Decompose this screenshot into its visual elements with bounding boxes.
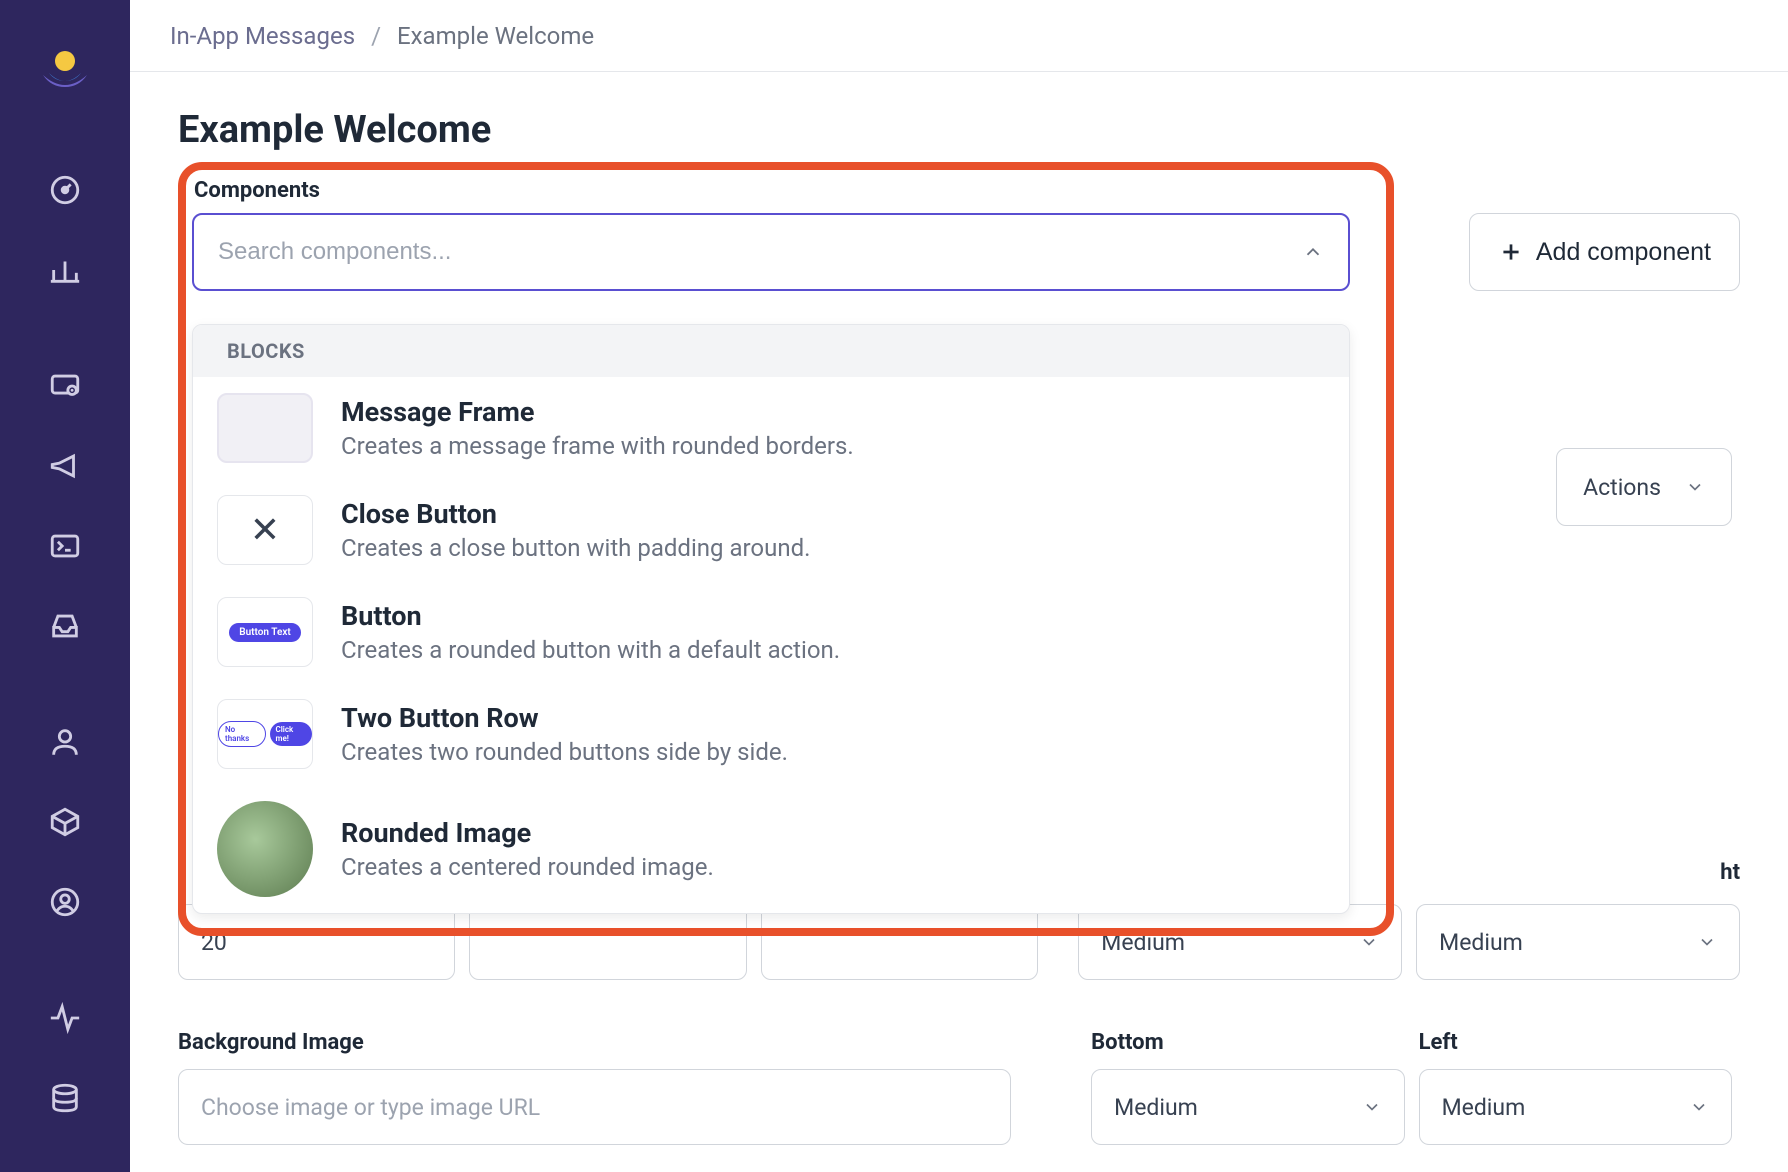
button-pill: Button Text: [229, 623, 301, 642]
chevron-down-icon: [1362, 1097, 1382, 1117]
block-desc: Creates a centered rounded image.: [341, 853, 714, 881]
thumb-message-frame: [217, 393, 313, 463]
add-component-label: Add component: [1536, 238, 1711, 267]
block-two-button-row[interactable]: No thanks Click me! Two Button Row Creat…: [193, 683, 1349, 785]
chevron-down-icon: [1689, 1097, 1709, 1117]
nav-terminal[interactable]: [0, 510, 130, 582]
block-rounded-image[interactable]: Rounded Image Creates a centered rounded…: [193, 785, 1349, 913]
thumb-rounded-image: [217, 801, 313, 897]
chevron-down-icon: [1697, 932, 1717, 952]
bar-chart-icon: [48, 253, 82, 287]
block-button[interactable]: Button Text Button Creates a rounded but…: [193, 581, 1349, 683]
user-icon: [48, 725, 82, 759]
block-name: Message Frame: [341, 396, 854, 428]
nav-users[interactable]: [0, 706, 130, 778]
field-peek-3[interactable]: [761, 904, 1038, 980]
user-circle-icon: [48, 885, 82, 919]
plus-icon: [1498, 239, 1524, 265]
terminal-icon: [48, 529, 82, 563]
block-name: Rounded Image: [341, 817, 714, 849]
thumb-two-button: No thanks Click me!: [217, 699, 313, 769]
nav-analytics[interactable]: [0, 234, 130, 306]
bottom-select[interactable]: Medium: [1091, 1069, 1404, 1145]
sidebar: [0, 0, 130, 1172]
thumb-close-button: ✕: [217, 495, 313, 565]
chevron-down-icon: [1359, 932, 1379, 952]
breadcrumb-parent[interactable]: In-App Messages: [170, 22, 355, 50]
chevron-up-icon: [1302, 241, 1324, 263]
left-label: Left: [1419, 1030, 1732, 1055]
components-label: Components: [194, 178, 1344, 203]
field-peek-2[interactable]: [469, 904, 746, 980]
logo: [35, 20, 95, 126]
chevron-down-icon: [1685, 477, 1705, 497]
gauge-icon: [48, 173, 82, 207]
block-name: Close Button: [341, 498, 810, 530]
field-peek-medium-1[interactable]: Medium: [1078, 904, 1402, 980]
block-name: Button: [341, 600, 840, 632]
bg-image-input[interactable]: Choose image or type image URL: [178, 1069, 1011, 1145]
pill-fill: Click me!: [270, 722, 313, 746]
bg-image-label: Background Image: [178, 1030, 1011, 1055]
main-content: In-App Messages / Example Welcome Exampl…: [130, 0, 1788, 1172]
nav-packages[interactable]: [0, 786, 130, 858]
block-desc: Creates a rounded button with a default …: [341, 636, 840, 664]
x-icon: ✕: [250, 509, 280, 551]
block-message-frame[interactable]: Message Frame Creates a message frame wi…: [193, 377, 1349, 479]
group-header: BLOCKS: [193, 325, 1349, 377]
block-desc: Creates two rounded buttons side by side…: [341, 738, 788, 766]
block-name: Two Button Row: [341, 702, 788, 734]
nav-campaigns[interactable]: [0, 430, 130, 502]
bottom-label: Bottom: [1091, 1030, 1404, 1055]
block-desc: Creates a message frame with rounded bor…: [341, 432, 854, 460]
breadcrumb-separator: /: [371, 22, 381, 50]
nav-data[interactable]: [0, 1062, 130, 1134]
field-peek-medium-2[interactable]: Medium: [1416, 904, 1740, 980]
nav-activity[interactable]: [0, 982, 130, 1054]
database-icon: [48, 1081, 82, 1115]
thumb-button: Button Text: [217, 597, 313, 667]
search-input[interactable]: [218, 238, 1302, 266]
page-title: Example Welcome: [130, 72, 1788, 178]
components-dropdown: BLOCKS Message Frame Creates a message f…: [192, 324, 1350, 914]
components-search[interactable]: [192, 213, 1350, 291]
inbox-icon: [48, 609, 82, 643]
field-peek-value[interactable]: 20: [178, 904, 455, 980]
logo-icon: [35, 43, 95, 103]
nav-messages[interactable]: [0, 350, 130, 422]
field-label-ht: ht: [1720, 860, 1740, 885]
block-desc: Creates a close button with padding arou…: [341, 534, 810, 562]
left-select[interactable]: Medium: [1419, 1069, 1732, 1145]
breadcrumb: In-App Messages / Example Welcome: [130, 0, 1788, 72]
cube-icon: [48, 805, 82, 839]
actions-label: Actions: [1583, 474, 1661, 501]
breadcrumb-current: Example Welcome: [397, 22, 594, 50]
nav-inbox[interactable]: [0, 590, 130, 662]
pulse-icon: [48, 1001, 82, 1035]
nav-account[interactable]: [0, 866, 130, 938]
actions-dropdown[interactable]: Actions: [1556, 448, 1732, 526]
pill-outline: No thanks: [218, 721, 266, 747]
message-view-icon: [48, 369, 82, 403]
add-component-button[interactable]: Add component: [1469, 213, 1740, 291]
block-close-button[interactable]: ✕ Close Button Creates a close button wi…: [193, 479, 1349, 581]
megaphone-icon: [48, 449, 82, 483]
nav-dashboard[interactable]: [0, 154, 130, 226]
